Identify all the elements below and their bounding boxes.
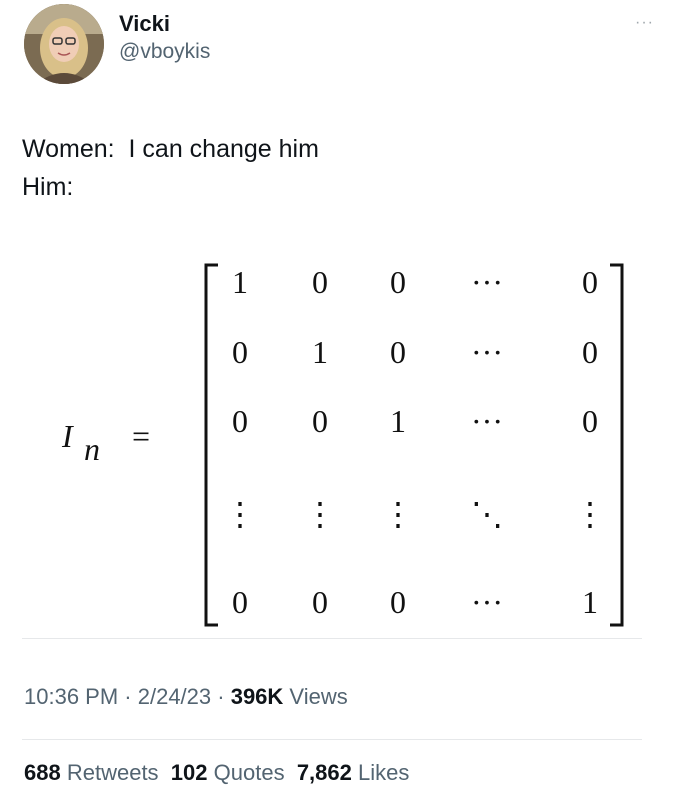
matrix-cell-r1-c4: ··· xyxy=(471,264,503,300)
matrix-cell-r5-c3: 0 xyxy=(390,584,406,620)
tweet-meta: 10:36 PM · 2/24/23 · 396K Views xyxy=(24,684,348,709)
tweet-stats: 688 Retweets 102 Quotes 7,862 Likes xyxy=(24,760,409,786)
matrix-cell-r5-c4: ··· xyxy=(471,584,503,620)
display-name[interactable]: Vicki xyxy=(119,10,210,38)
matrix-cell-r1-c5: 0 xyxy=(582,264,598,300)
matrix-cells: 1 0 0 ··· 0 0 1 0 ··· 0 0 0 1 ··· 0 ⋮ ⋮ ⋮ ⋱ ⋮ 0 0 0 ··· 1 xyxy=(224,264,606,620)
tweet-media-identity-matrix[interactable]: I n = 1 0 0 ··· 0 0 1 0 ··· 0 0 0 1 ··· 0 ⋮ ⋮ ⋮ ⋱ ⋮ 0 0 0 ··· 1 xyxy=(22,235,642,640)
matrix-cell-r2-c3: 0 xyxy=(390,334,406,370)
matrix-cell-r3-c3: 1 xyxy=(390,403,406,439)
matrix-subscript: n xyxy=(84,431,100,467)
profile-photo-icon xyxy=(24,4,104,84)
avatar[interactable] xyxy=(24,4,104,84)
likes-label: Likes xyxy=(358,760,410,785)
views-label: Views xyxy=(289,684,348,709)
matrix-cell-r3-c1: 0 xyxy=(232,403,248,439)
matrix-cell-r5-c5: 1 xyxy=(582,584,598,620)
matrix-cell-r4-c1: ⋮ xyxy=(224,496,256,532)
matrix-cell-r1-c3: 0 xyxy=(390,264,406,300)
tweet-header: Vicki @vboykis ··· xyxy=(24,4,654,88)
quotes-count: 102 xyxy=(170,760,208,785)
divider xyxy=(22,638,642,639)
matrix-cell-r4-c4: ⋱ xyxy=(471,496,503,532)
views-count: 396K xyxy=(230,684,284,709)
right-bracket xyxy=(610,263,624,627)
matrix-cell-r3-c2: 0 xyxy=(312,403,328,439)
matrix-equals: = xyxy=(132,418,150,454)
retweets-label: Retweets xyxy=(66,760,159,785)
divider xyxy=(22,739,642,740)
tweet-time[interactable]: 10:36 PM xyxy=(24,684,118,709)
retweets-stat[interactable]: 688 Retweets xyxy=(24,760,159,785)
likes-stat[interactable]: 7,862 Likes xyxy=(297,760,410,785)
more-options-icon[interactable]: ··· xyxy=(635,14,654,32)
matrix-cell-r4-c3: ⋮ xyxy=(382,496,414,532)
matrix-cell-r4-c2: ⋮ xyxy=(304,496,336,532)
quotes-stat[interactable]: 102 Quotes xyxy=(171,760,285,785)
matrix-cell-r1-c2: 0 xyxy=(312,264,328,300)
tweet-date[interactable]: 2/24/23 xyxy=(138,684,211,709)
matrix-cell-r2-c1: 0 xyxy=(232,334,248,370)
matrix-cell-r4-c5: ⋮ xyxy=(574,496,606,532)
matrix-cell-r5-c1: 0 xyxy=(232,584,248,620)
matrix-cell-r3-c5: 0 xyxy=(582,403,598,439)
left-bracket xyxy=(204,263,218,627)
retweets-count: 688 xyxy=(24,760,61,785)
matrix-cell-r1-c1: 1 xyxy=(232,264,248,300)
matrix-cell-r5-c2: 0 xyxy=(312,584,328,620)
matrix-cell-r2-c2: 1 xyxy=(312,334,328,370)
matrix-cell-r2-c5: 0 xyxy=(582,334,598,370)
quotes-label: Quotes xyxy=(213,760,285,785)
tweet-text: Women: I can change him Him: xyxy=(22,130,319,206)
likes-count: 7,862 xyxy=(296,760,352,785)
identity-matrix-image: I n = 1 0 0 ··· 0 0 1 0 ··· 0 0 0 1 ··· 0 ⋮ ⋮ ⋮ ⋱ ⋮ 0 0 0 ··· 1 xyxy=(61,263,624,627)
user-handle[interactable]: @vboykis xyxy=(119,38,210,66)
matrix-lhs: I xyxy=(61,418,74,454)
matrix-cell-r3-c4: ··· xyxy=(471,403,503,439)
tweet-line-1: Women: I can change him xyxy=(22,135,319,163)
matrix-cell-r2-c4: ··· xyxy=(471,334,503,370)
tweet-line-2: Him: xyxy=(22,173,74,201)
